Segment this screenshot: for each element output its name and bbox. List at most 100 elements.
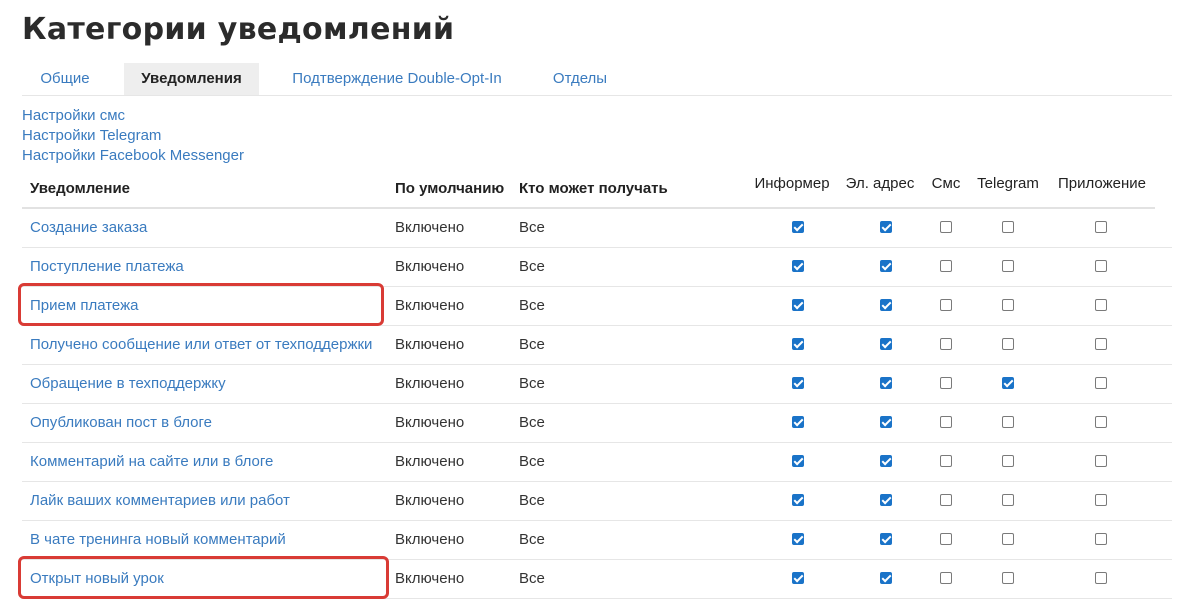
informer-checkbox[interactable]	[792, 572, 804, 584]
header-telegram: Telegram	[977, 175, 1039, 192]
tab-notifications[interactable]: Уведомления	[124, 63, 259, 95]
informer-checkbox[interactable]	[792, 377, 804, 389]
informer-checkbox[interactable]	[792, 455, 804, 467]
app-checkbox[interactable]	[1095, 299, 1107, 311]
email-checkbox[interactable]	[880, 260, 892, 272]
app-checkbox[interactable]	[1095, 533, 1107, 545]
header-default: По умолчанию	[395, 180, 505, 197]
telegram-checkbox[interactable]	[1002, 533, 1014, 545]
header-recipients: Кто может получать	[519, 180, 668, 197]
default-status: Включено	[395, 375, 465, 392]
telegram-checkbox[interactable]	[1002, 299, 1014, 311]
table-row: Комментарий на сайте или в блоге Включено…	[22, 442, 1172, 482]
default-status: Включено	[395, 336, 465, 353]
notification-name-link[interactable]: Комментарий на сайте или в блоге	[30, 442, 273, 481]
telegram-checkbox[interactable]	[1002, 377, 1014, 389]
header-notification: Уведомление	[30, 180, 131, 197]
app-checkbox[interactable]	[1095, 221, 1107, 233]
page-title: Категории уведомлений	[22, 12, 455, 47]
sms-checkbox[interactable]	[940, 260, 952, 272]
telegram-checkbox[interactable]	[1002, 572, 1014, 584]
table-row: Лайк ваших комментариев или работ Включен…	[22, 481, 1172, 521]
email-checkbox[interactable]	[880, 416, 892, 428]
default-status: Включено	[395, 492, 465, 509]
telegram-checkbox[interactable]	[1002, 338, 1014, 350]
default-status: Включено	[395, 531, 465, 548]
tabs-bar: Общие Уведомления Подтверждение Double-O…	[22, 63, 1172, 96]
sms-checkbox[interactable]	[940, 494, 952, 506]
email-checkbox[interactable]	[880, 377, 892, 389]
sms-checkbox[interactable]	[940, 572, 952, 584]
notification-name-link[interactable]: Лайк ваших комментариев или работ	[30, 481, 290, 520]
recipients-value: Все	[519, 336, 545, 353]
sms-checkbox[interactable]	[940, 299, 952, 311]
email-checkbox[interactable]	[880, 533, 892, 545]
telegram-checkbox[interactable]	[1002, 260, 1014, 272]
app-checkbox[interactable]	[1095, 260, 1107, 272]
email-checkbox[interactable]	[880, 338, 892, 350]
recipients-value: Все	[519, 414, 545, 431]
app-checkbox[interactable]	[1095, 416, 1107, 428]
sms-checkbox[interactable]	[940, 377, 952, 389]
header-sms: Смс	[931, 175, 961, 192]
header-informer: Информер	[754, 175, 830, 192]
telegram-settings-link[interactable]: Настройки Telegram	[22, 126, 244, 146]
app-checkbox[interactable]	[1095, 338, 1107, 350]
email-checkbox[interactable]	[880, 299, 892, 311]
email-checkbox[interactable]	[880, 494, 892, 506]
notification-name-link[interactable]: В чате тренинга новый комментарий	[30, 520, 286, 559]
recipients-value: Все	[519, 531, 545, 548]
telegram-checkbox[interactable]	[1002, 494, 1014, 506]
app-checkbox[interactable]	[1095, 494, 1107, 506]
table-row: Опубликован пост в блоге Включено Все	[22, 403, 1172, 443]
app-checkbox[interactable]	[1095, 377, 1107, 389]
recipients-value: Все	[519, 453, 545, 470]
email-checkbox[interactable]	[880, 221, 892, 233]
recipients-value: Все	[519, 297, 545, 314]
table-row: Создание заказа Включено Все	[22, 208, 1172, 248]
email-checkbox[interactable]	[880, 572, 892, 584]
sms-checkbox[interactable]	[940, 533, 952, 545]
informer-checkbox[interactable]	[792, 416, 804, 428]
recipients-value: Все	[519, 492, 545, 509]
sms-checkbox[interactable]	[940, 455, 952, 467]
informer-checkbox[interactable]	[792, 221, 804, 233]
telegram-checkbox[interactable]	[1002, 221, 1014, 233]
table-row: Поступление платежа Включено Все	[22, 247, 1172, 287]
informer-checkbox[interactable]	[792, 299, 804, 311]
highlight-frame	[18, 556, 389, 599]
table-row: Обращение в техподдержку Включено Все	[22, 364, 1172, 404]
settings-links: Настройки смс Настройки Telegram Настрой…	[22, 106, 244, 166]
telegram-checkbox[interactable]	[1002, 416, 1014, 428]
default-status: Включено	[395, 219, 465, 236]
highlight-frame	[18, 283, 384, 326]
recipients-value: Все	[519, 219, 545, 236]
recipients-value: Все	[519, 258, 545, 275]
app-checkbox[interactable]	[1095, 572, 1107, 584]
notification-name-link[interactable]: Получено сообщение или ответ от техподде…	[30, 325, 372, 364]
informer-checkbox[interactable]	[792, 338, 804, 350]
sms-checkbox[interactable]	[940, 416, 952, 428]
header-email: Эл. адрес	[845, 175, 915, 192]
recipients-value: Все	[519, 375, 545, 392]
tab-double-opt-in[interactable]: Подтверждение Double-Opt-In	[284, 63, 510, 95]
informer-checkbox[interactable]	[792, 260, 804, 272]
app-checkbox[interactable]	[1095, 455, 1107, 467]
facebook-messenger-settings-link[interactable]: Настройки Facebook Messenger	[22, 146, 244, 166]
sms-settings-link[interactable]: Настройки смс	[22, 106, 244, 126]
informer-checkbox[interactable]	[792, 494, 804, 506]
sms-checkbox[interactable]	[940, 221, 952, 233]
notification-name-link[interactable]: Обращение в техподдержку	[30, 364, 226, 403]
tab-departments[interactable]: Отделы	[544, 63, 616, 95]
default-status: Включено	[395, 570, 465, 587]
notification-name-link[interactable]: Поступление платежа	[30, 247, 184, 286]
informer-checkbox[interactable]	[792, 533, 804, 545]
notification-name-link[interactable]: Создание заказа	[30, 208, 147, 247]
notification-name-link[interactable]: Опубликован пост в блоге	[30, 403, 212, 442]
email-checkbox[interactable]	[880, 455, 892, 467]
tab-general[interactable]: Общие	[22, 63, 108, 95]
table-row: Получено сообщение или ответ от техподде…	[22, 325, 1172, 365]
sms-checkbox[interactable]	[940, 338, 952, 350]
default-status: Включено	[395, 453, 465, 470]
telegram-checkbox[interactable]	[1002, 455, 1014, 467]
